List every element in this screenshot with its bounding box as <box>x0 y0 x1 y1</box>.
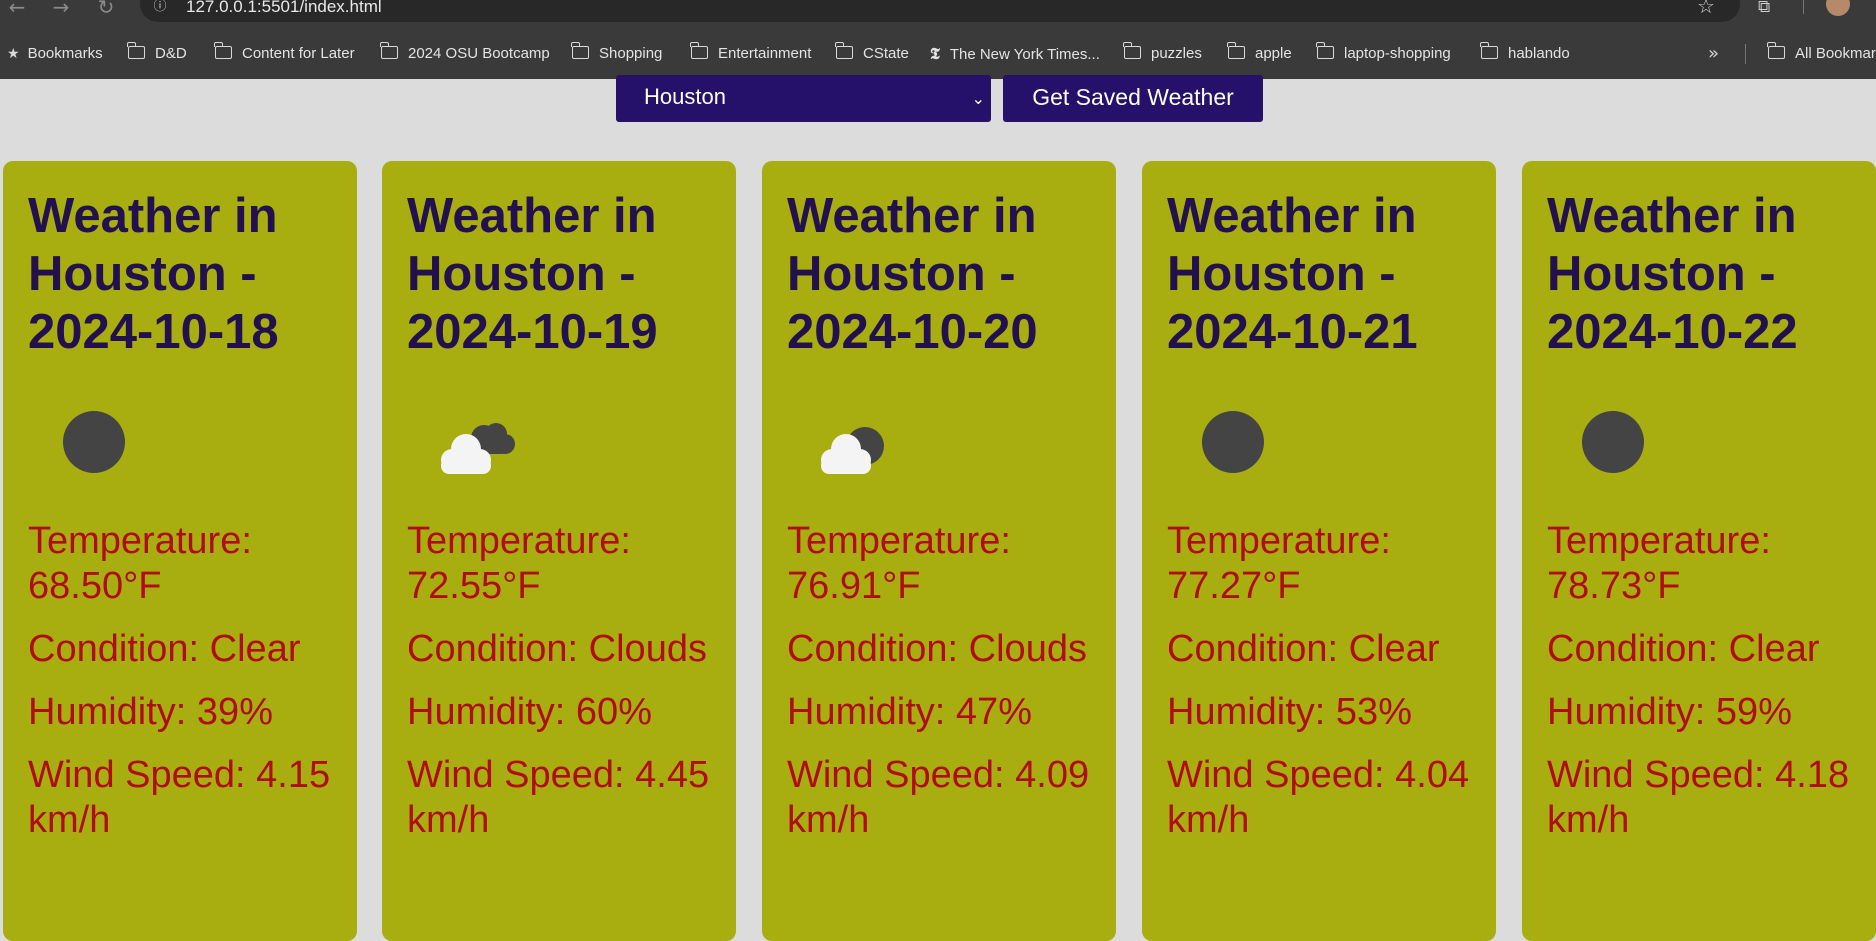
bookmark-laptop-shopping[interactable]: laptop-shopping <box>1316 42 1451 64</box>
humidity: Humidity: 39% <box>28 691 273 733</box>
get-saved-weather-button[interactable]: Get Saved Weather <box>1003 75 1263 122</box>
card-title: Weather in Houston - 2024-10-21 <box>1167 189 1418 359</box>
bookmarks-bar: ★ Bookmarks D&D Content for Later 2024 OS… <box>0 26 1876 79</box>
city-select-value: Houston <box>644 84 726 109</box>
bookmark-dnd[interactable]: D&D <box>127 42 187 64</box>
weather-clouds-icon <box>422 394 522 484</box>
weather-partly-cloudy-icon <box>802 394 902 484</box>
folder-icon <box>690 42 708 59</box>
reload-icon[interactable]: ↻ <box>95 0 117 20</box>
humidity: Humidity: 59% <box>1547 691 1792 733</box>
forecast-card: Weather in Houston - 2024-10-19 Temperat… <box>382 161 736 941</box>
temperature: Temperature: 68.50°F <box>28 520 252 607</box>
folder-icon <box>1316 42 1334 59</box>
card-title: Weather in Houston - 2024-10-20 <box>787 189 1038 359</box>
wind-speed: Wind Speed: 4.09 km/h <box>787 754 1090 841</box>
condition: Condition: Clear <box>28 628 301 670</box>
folder-icon <box>127 42 145 59</box>
wind-speed: Wind Speed: 4.18 km/h <box>1547 754 1850 841</box>
humidity: Humidity: 53% <box>1167 691 1412 733</box>
forecast-card: Weather in Houston - 2024-10-21 Temperat… <box>1142 161 1496 941</box>
temperature: Temperature: 72.55°F <box>407 520 631 607</box>
bookmark-star-icon[interactable]: ☆ <box>1697 0 1715 16</box>
wind-speed: Wind Speed: 4.04 km/h <box>1167 754 1470 841</box>
wind-speed: Wind Speed: 4.15 km/h <box>28 754 331 841</box>
card-title: Weather in Houston - 2024-10-19 <box>407 189 658 359</box>
avatar[interactable] <box>1826 0 1850 16</box>
forecast-card: Weather in Houston - 2024-10-20 Temperat… <box>762 161 1116 941</box>
weather-clear-icon <box>1562 394 1662 484</box>
humidity: Humidity: 47% <box>787 691 1032 733</box>
extensions-icon[interactable]: ⧉ <box>1758 0 1770 16</box>
bookmark-puzzles[interactable]: puzzles <box>1123 42 1202 64</box>
weather-clear-icon <box>43 394 143 484</box>
city-select[interactable]: Houston ⌄ <box>616 75 991 122</box>
back-icon[interactable]: ← <box>6 0 28 20</box>
folder-icon <box>835 42 853 59</box>
folder-icon <box>571 42 589 59</box>
card-title: Weather in Houston - 2024-10-18 <box>28 189 279 359</box>
folder-icon <box>214 42 232 59</box>
humidity: Humidity: 60% <box>407 691 652 733</box>
star-icon: ★ <box>7 46 20 62</box>
site-info-icon[interactable]: ⓘ <box>150 0 170 16</box>
forward-icon[interactable]: → <box>50 0 72 20</box>
chevron-down-icon: ⌄ <box>971 89 985 108</box>
toolbar-divider <box>1803 0 1804 14</box>
card-title: Weather in Houston - 2024-10-22 <box>1547 189 1798 359</box>
temperature: Temperature: 77.27°F <box>1167 520 1391 607</box>
bookmark-cstate[interactable]: CState <box>835 42 909 64</box>
bookmark-apple[interactable]: apple <box>1227 42 1292 64</box>
folder-icon <box>1227 42 1245 59</box>
url-text[interactable]: 127.0.0.1:5501/index.html <box>186 0 382 16</box>
folder-icon <box>1123 42 1141 59</box>
condition: Condition: Clear <box>1547 628 1820 670</box>
folder-icon <box>1480 42 1498 59</box>
wind-speed: Wind Speed: 4.45 km/h <box>407 754 710 841</box>
condition: Condition: Clear <box>1167 628 1440 670</box>
bookmark-shopping[interactable]: Shopping <box>571 42 662 64</box>
temperature: Temperature: 78.73°F <box>1547 520 1771 607</box>
condition: Condition: Clouds <box>407 628 707 670</box>
forecast-card: Weather in Houston - 2024-10-18 Temperat… <box>3 161 357 941</box>
browser-toolbar: ← → ↻ ⓘ 127.0.0.1:5501/index.html ☆ ⧉ <box>0 0 1876 26</box>
folder-icon <box>380 42 398 59</box>
forecast-card: Weather in Houston - 2024-10-22 Temperat… <box>1522 161 1876 941</box>
bookmark-osu-bootcamp[interactable]: 2024 OSU Bootcamp <box>380 42 550 64</box>
condition: Condition: Clouds <box>787 628 1087 670</box>
nyt-icon: 𝕿 <box>930 44 940 63</box>
folder-icon <box>1767 42 1785 59</box>
bookmark-hablando[interactable]: hablando <box>1480 42 1570 64</box>
bookmark-nyt[interactable]: 𝕿 The New York Times... <box>930 44 1100 64</box>
bookmark-bookmarks[interactable]: ★ Bookmarks <box>7 44 103 64</box>
weather-clear-icon <box>1182 394 1282 484</box>
bookmark-content-for-later[interactable]: Content for Later <box>214 42 355 64</box>
all-bookmarks[interactable]: All Bookmar <box>1767 42 1876 64</box>
bookmarks-divider <box>1745 44 1746 64</box>
bookmark-entertainment[interactable]: Entertainment <box>690 42 811 64</box>
temperature: Temperature: 76.91°F <box>787 520 1011 607</box>
bookmarks-overflow-icon[interactable]: » <box>1708 43 1719 64</box>
